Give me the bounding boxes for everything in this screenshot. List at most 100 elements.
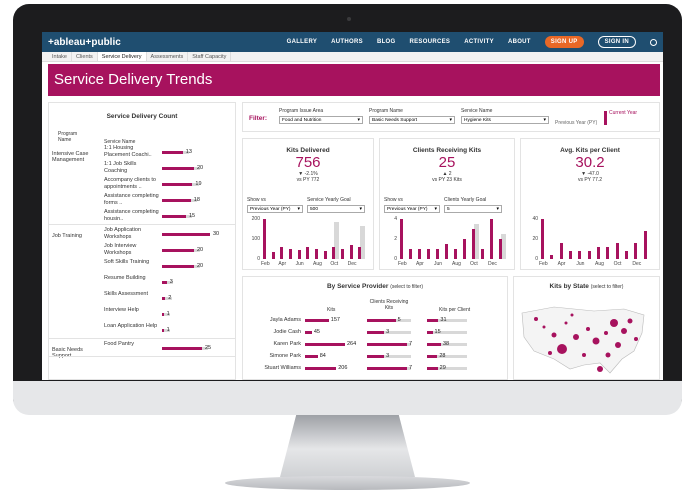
per-bar[interactable] bbox=[427, 319, 439, 322]
kits-bar[interactable] bbox=[305, 331, 312, 334]
tab-intake[interactable]: Intake bbox=[48, 52, 72, 61]
service-name-cell[interactable]: Loan Application Help bbox=[104, 323, 160, 338]
program-name-cell[interactable]: Basic Needs Support bbox=[52, 347, 100, 359]
service-count-bar[interactable] bbox=[162, 199, 191, 202]
current-year-bar[interactable] bbox=[463, 239, 466, 259]
current-year-bar[interactable] bbox=[409, 249, 412, 259]
per-bar[interactable] bbox=[427, 331, 433, 334]
kits-bar[interactable] bbox=[305, 343, 345, 346]
clients-bar[interactable] bbox=[367, 319, 396, 322]
current-year-bar[interactable] bbox=[472, 229, 475, 259]
clients-bar[interactable] bbox=[367, 367, 407, 370]
current-year-bar[interactable] bbox=[541, 219, 544, 259]
program-col-header[interactable]: Program Name bbox=[58, 131, 86, 143]
service-name-cell[interactable]: Job Application Workshops bbox=[104, 227, 160, 242]
kits-bar[interactable] bbox=[305, 319, 329, 322]
current-year-bar[interactable] bbox=[289, 248, 292, 259]
current-year-bar[interactable] bbox=[418, 249, 421, 259]
current-year-bar[interactable] bbox=[643, 231, 647, 259]
current-year-bar[interactable] bbox=[499, 239, 502, 259]
service-count-bar[interactable] bbox=[162, 313, 164, 316]
service-count-bar[interactable] bbox=[162, 265, 194, 268]
kits-bar[interactable] bbox=[305, 355, 318, 358]
current-year-bar[interactable] bbox=[297, 250, 301, 259]
provider-name[interactable]: Stuart Williams bbox=[247, 365, 301, 371]
clients-bar[interactable] bbox=[367, 331, 385, 334]
show-vs-select[interactable]: Previous Year (PY) bbox=[384, 205, 440, 213]
clients-bar[interactable] bbox=[367, 355, 385, 358]
service-name-cell[interactable]: Soft Skills Training bbox=[104, 259, 160, 274]
current-year-bar[interactable] bbox=[597, 247, 600, 259]
tab-service-delivery[interactable]: Service Delivery bbox=[97, 52, 147, 61]
current-year-bar[interactable] bbox=[315, 248, 318, 259]
service-name-cell[interactable]: 1:1 Housing Placement Coachi.. bbox=[104, 145, 160, 160]
service-name-cell[interactable]: 1:1 Job Skills Coaching bbox=[104, 161, 160, 176]
current-year-bar[interactable] bbox=[634, 243, 638, 259]
nav-authors[interactable]: AUTHORS bbox=[331, 39, 363, 45]
service-count-bar[interactable] bbox=[162, 281, 167, 284]
goal-input[interactable]: 5 bbox=[444, 205, 502, 213]
service-name-cell[interactable]: Assistance completing forms .. bbox=[104, 193, 160, 208]
per-bar[interactable] bbox=[427, 343, 441, 346]
tab-assessments[interactable]: Assessments bbox=[147, 52, 189, 61]
program-name-cell[interactable]: Intensive Case Management bbox=[52, 151, 100, 163]
service-count-bar[interactable] bbox=[162, 347, 202, 350]
service-name-cell[interactable]: Job Interview Workshops bbox=[104, 243, 160, 258]
service-count-bar[interactable] bbox=[162, 167, 194, 170]
current-year-bar[interactable] bbox=[625, 251, 628, 259]
current-year-bar[interactable] bbox=[306, 246, 310, 259]
current-year-bar[interactable] bbox=[569, 251, 572, 259]
service-name-cell[interactable]: Assistance completing housin.. bbox=[104, 209, 160, 224]
current-year-bar[interactable] bbox=[559, 243, 563, 259]
service-name-cell[interactable]: Accompany clients to appointments .. bbox=[104, 177, 160, 192]
service-count-bar[interactable] bbox=[162, 297, 166, 300]
issue-area-select[interactable]: Food and Nutrition bbox=[279, 116, 363, 124]
service-name-cell[interactable]: Interview Help bbox=[104, 307, 160, 322]
per-bar[interactable] bbox=[427, 367, 438, 370]
per-bar[interactable] bbox=[427, 355, 438, 358]
current-year-bar[interactable] bbox=[436, 249, 439, 259]
kits-bar[interactable] bbox=[305, 367, 337, 370]
nav-resources[interactable]: RESOURCES bbox=[409, 39, 450, 45]
nav-blog[interactable]: BLOG bbox=[377, 39, 396, 45]
provider-name[interactable]: Jayla Adams bbox=[247, 317, 301, 323]
service-count-bar[interactable] bbox=[162, 329, 164, 332]
service-count-bar[interactable] bbox=[162, 215, 186, 218]
provider-name[interactable]: Karen Park bbox=[247, 341, 301, 347]
current-year-bar[interactable] bbox=[263, 219, 266, 259]
program-name-select[interactable]: Basic Needs Support bbox=[369, 116, 455, 124]
current-year-bar[interactable] bbox=[332, 246, 336, 259]
current-year-bar[interactable] bbox=[323, 251, 327, 259]
sign-in-button[interactable]: SIGN IN bbox=[597, 36, 636, 48]
nav-about[interactable]: ABOUT bbox=[508, 39, 531, 45]
service-name-select[interactable]: Hygiene Kits bbox=[461, 116, 549, 124]
current-year-bar[interactable] bbox=[280, 246, 284, 259]
current-year-bar[interactable] bbox=[578, 251, 582, 259]
provider-name[interactable]: Simone Park bbox=[247, 353, 302, 359]
service-name-cell[interactable]: Skills Assessment bbox=[104, 291, 160, 306]
search-icon[interactable] bbox=[650, 38, 657, 46]
show-vs-select[interactable]: Previous Year (PY) bbox=[247, 205, 303, 213]
program-name-cell[interactable]: Job Training bbox=[52, 233, 100, 239]
service-name-cell[interactable]: Resume Building bbox=[104, 275, 160, 290]
current-year-bar[interactable] bbox=[490, 219, 493, 259]
tab-staff-capacity[interactable]: Staff Capacity bbox=[188, 52, 232, 61]
current-year-bar[interactable] bbox=[427, 249, 430, 259]
sign-up-button[interactable]: SIGN UP bbox=[544, 36, 584, 48]
current-year-bar[interactable] bbox=[271, 252, 275, 259]
current-year-bar[interactable] bbox=[454, 249, 457, 259]
tab-clients[interactable]: Clients bbox=[72, 52, 98, 61]
service-count-bar[interactable] bbox=[162, 249, 194, 252]
service-count-bar[interactable] bbox=[162, 151, 183, 154]
nav-gallery[interactable]: GALLERY bbox=[287, 39, 318, 45]
current-year-bar[interactable] bbox=[349, 245, 353, 259]
nav-activity[interactable]: ACTIVITY bbox=[464, 39, 494, 45]
tableau-public-logo[interactable]: +ableau+public bbox=[48, 37, 121, 48]
current-year-bar[interactable] bbox=[550, 255, 554, 259]
current-year-bar[interactable] bbox=[445, 244, 448, 259]
current-year-bar[interactable] bbox=[358, 246, 362, 259]
current-year-bar[interactable] bbox=[341, 248, 344, 259]
goal-input[interactable]: 500 bbox=[307, 205, 365, 213]
clients-bar[interactable] bbox=[367, 343, 407, 346]
service-count-bar[interactable] bbox=[162, 233, 210, 236]
